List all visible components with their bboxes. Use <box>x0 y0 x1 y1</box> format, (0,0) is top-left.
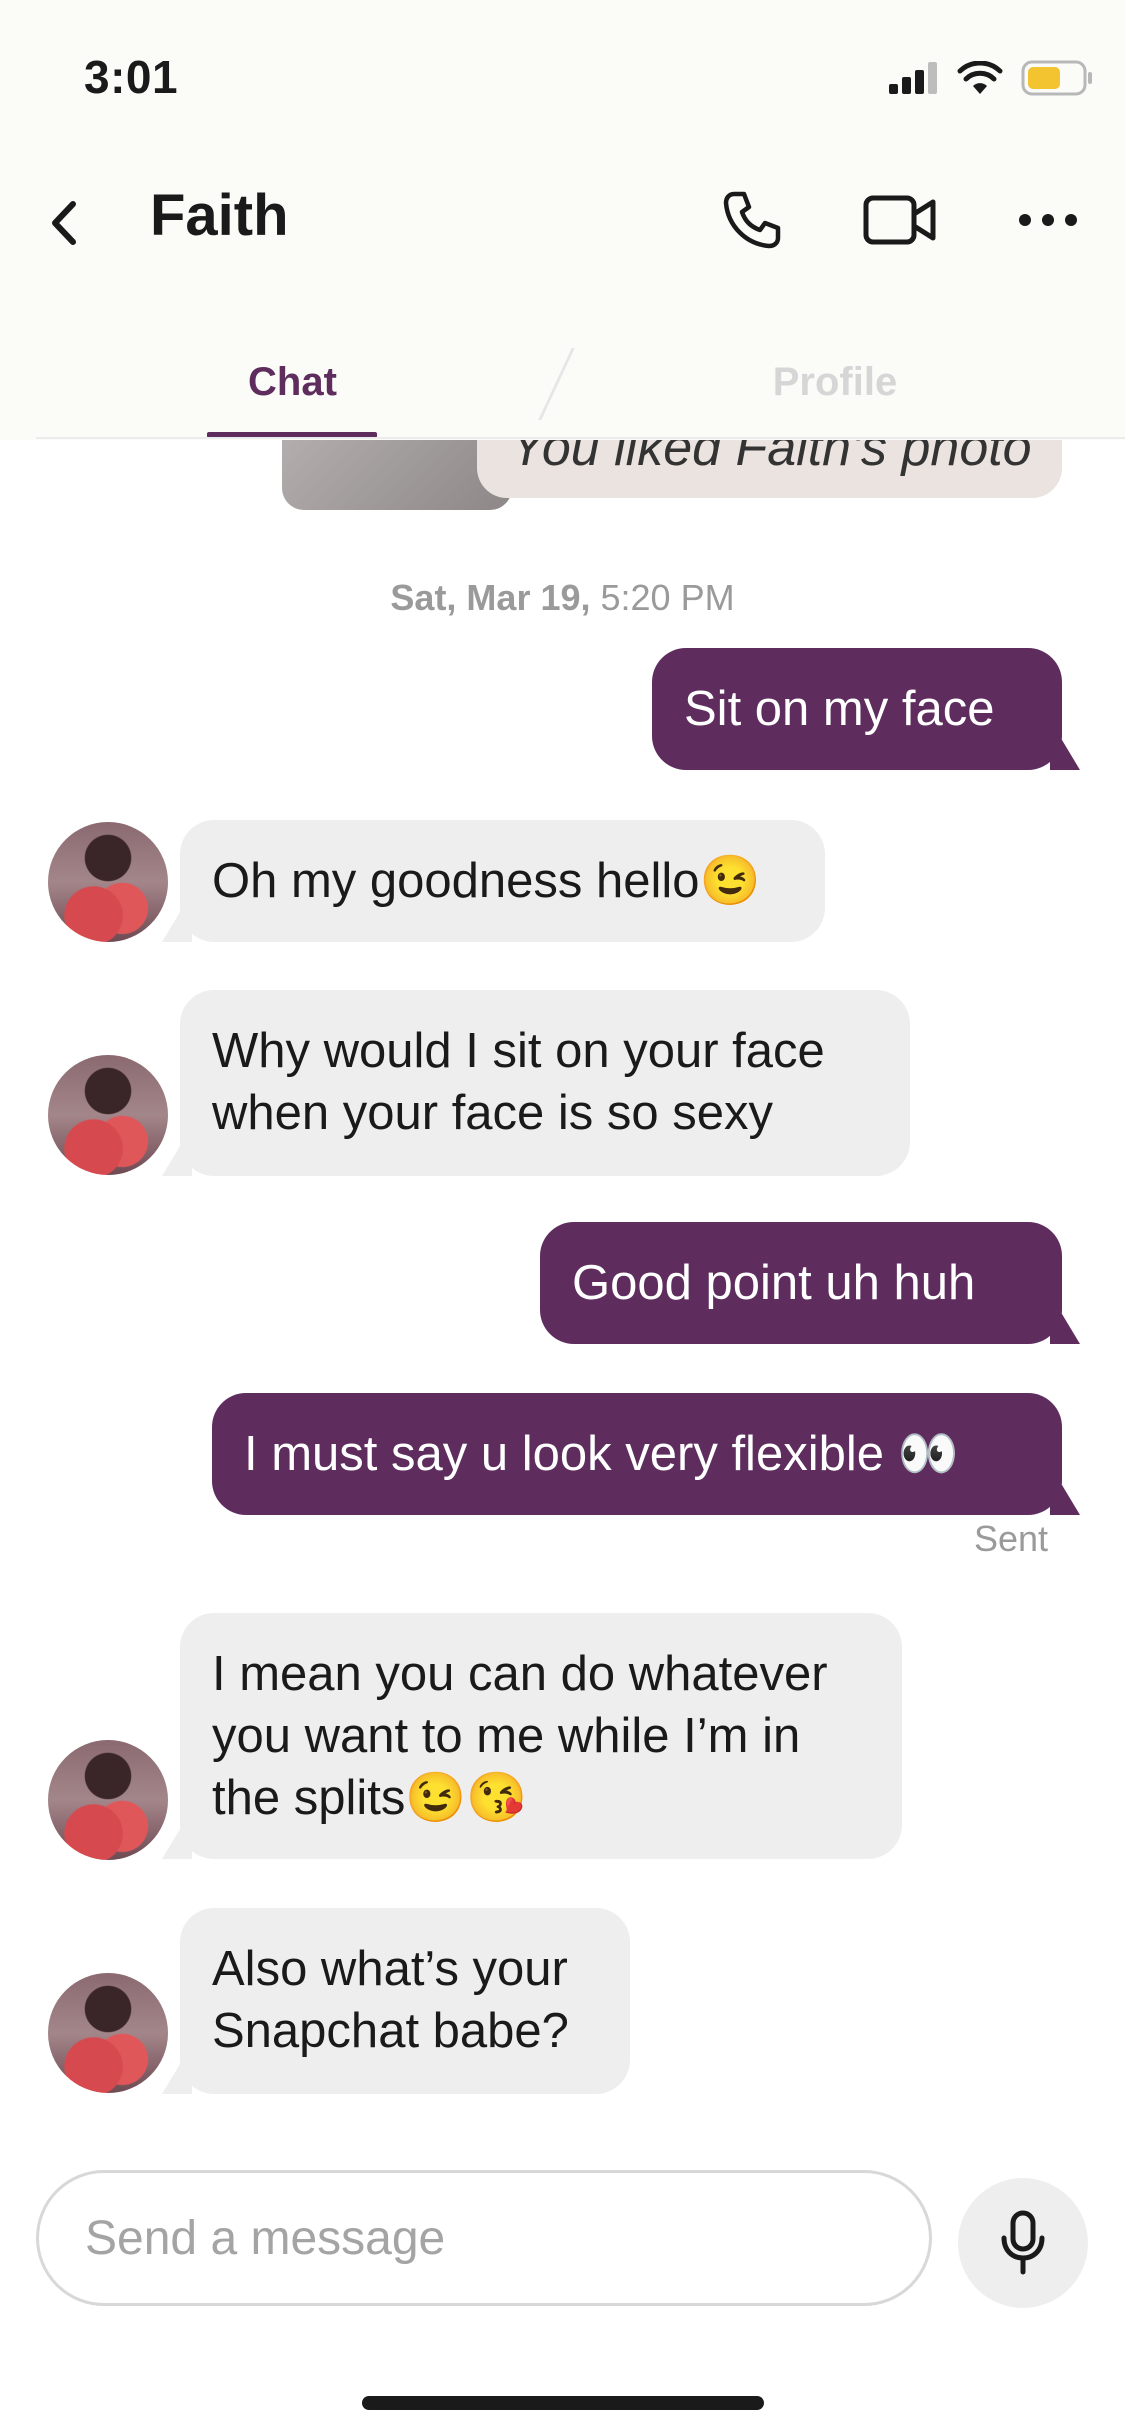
message-text-line: Also what’s your <box>212 1942 568 1996</box>
date-day: Sat, Mar 19, <box>390 577 591 618</box>
voice-call-button[interactable] <box>712 180 792 260</box>
message-text-line: the splits😉😘 <box>212 1771 528 1825</box>
phone-icon <box>723 191 781 249</box>
sent-status: Sent <box>973 1518 1048 1559</box>
avatar[interactable] <box>48 1973 168 2093</box>
wifi-icon <box>957 61 1003 94</box>
tab-profile[interactable]: Profile <box>740 352 930 412</box>
back-button[interactable] <box>42 188 86 258</box>
outgoing-message[interactable]: Sit on my face <box>652 648 1080 770</box>
incoming-message[interactable]: Oh my goodness hello😉 <box>162 820 825 942</box>
bubble-tail <box>162 912 192 942</box>
header-divider <box>36 437 1125 439</box>
outgoing-message[interactable]: Good point uh huh <box>540 1222 1080 1344</box>
message-text: Oh my goodness hello😉 <box>212 854 761 908</box>
avatar[interactable] <box>48 1055 168 1175</box>
message-text-line: I mean you can do whatever <box>212 1647 828 1701</box>
status-time: 3:01 <box>84 51 179 103</box>
bubble-tail <box>162 2064 192 2094</box>
message-text-line: when your face is so sexy <box>212 1086 774 1140</box>
battery-icon <box>1021 60 1092 96</box>
home-indicator <box>362 2396 764 2410</box>
bubble-tail <box>162 1829 192 1859</box>
video-call-button[interactable] <box>860 180 940 260</box>
message-list[interactable]: You liked Faith's photo Sat, Mar 19, 5:2… <box>0 440 1125 2130</box>
bubble-tail <box>1050 1314 1080 1344</box>
incoming-message[interactable]: Why would I sit on your face when your f… <box>162 990 910 1176</box>
contact-name[interactable]: Faith <box>150 182 289 249</box>
bubble-tail <box>1050 1485 1080 1515</box>
incoming-message[interactable]: I mean you can do whatever you want to m… <box>162 1613 902 1859</box>
message-text-line: you want to me while I’m in <box>212 1709 801 1763</box>
voice-message-button[interactable] <box>958 2178 1088 2308</box>
microphone-icon <box>1001 2210 1045 2275</box>
message-input[interactable]: Send a message <box>36 2170 932 2306</box>
incoming-message[interactable]: Also what’s your Snapchat babe? <box>162 1908 630 2094</box>
outgoing-message[interactable]: I must say u look very flexible 👀 <box>212 1393 1080 1515</box>
message-text: Sit on my face <box>684 682 995 736</box>
avatar[interactable] <box>48 1740 168 1860</box>
more-options-button[interactable] <box>1008 180 1088 260</box>
liked-photo-text: You liked Faith's photo <box>510 440 1032 477</box>
tab-chat[interactable]: Chat <box>205 352 380 412</box>
bubble-tail <box>1050 740 1080 770</box>
message-input-placeholder: Send a message <box>85 2211 446 2265</box>
date-time: 5:20 PM <box>600 577 735 618</box>
more-icon <box>1019 214 1077 226</box>
message-text-line: Why would I sit on your face <box>212 1024 825 1078</box>
message-text-line: Snapchat babe? <box>212 2004 569 2058</box>
bubble-tail <box>162 1146 192 1176</box>
video-camera-icon <box>863 195 936 245</box>
avatar[interactable] <box>48 822 168 942</box>
status-icons <box>889 56 1093 100</box>
message-text: I must say u look very flexible 👀 <box>244 1427 959 1481</box>
cellular-signal-icon <box>889 62 937 94</box>
date-separator: Sat, Mar 19, 5:20 PM <box>0 577 1125 619</box>
message-text: Good point uh huh <box>572 1256 976 1310</box>
chevron-left-icon <box>52 201 76 245</box>
status-bar: 3:01 <box>0 0 1125 150</box>
